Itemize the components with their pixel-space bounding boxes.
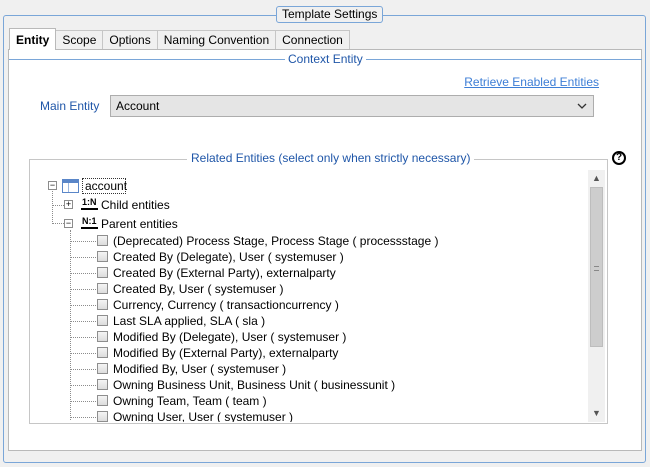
tree-item-parent-entity[interactable]: Last SLA applied, SLA ( sla ) — [70, 313, 570, 329]
entity-checkbox[interactable] — [97, 347, 108, 358]
help-icon[interactable]: ? — [612, 151, 626, 165]
entity-checkbox[interactable] — [97, 331, 108, 342]
tab-options[interactable]: Options — [102, 30, 158, 50]
scrollbar-grip-icon — [594, 266, 599, 271]
tree-connector — [70, 289, 96, 290]
tree-connector — [70, 321, 96, 322]
entity-checkbox[interactable] — [97, 283, 108, 294]
tree-connector — [52, 186, 53, 222]
tree-connector — [70, 273, 96, 274]
related-entities-tree[interactable]: − account + 1:N Child entities − N:1 Par… — [30, 170, 586, 422]
related-entities-legend: Related Entities (select only when stric… — [187, 152, 475, 165]
tree-item-label: Last SLA applied, SLA ( sla ) — [113, 314, 266, 328]
tree-connector — [70, 369, 96, 370]
entity-checkbox[interactable] — [97, 267, 108, 278]
tree-item-label: Modified By, User ( systemuser ) — [113, 362, 287, 376]
scrollbar-thumb[interactable] — [590, 187, 603, 347]
tree-item-label: Owning Business Unit, Business Unit ( bu… — [113, 378, 396, 392]
chevron-down-icon — [577, 96, 587, 124]
tree-connector — [70, 401, 96, 402]
entity-checkbox[interactable] — [97, 379, 108, 390]
tab-naming-convention[interactable]: Naming Convention — [156, 30, 277, 50]
entity-checkbox[interactable] — [97, 315, 108, 326]
tree-connector — [70, 337, 96, 338]
tree-item-label: Modified By (External Party), externalpa… — [113, 346, 339, 360]
entity-checkbox[interactable] — [97, 235, 108, 246]
entity-checkbox[interactable] — [97, 299, 108, 310]
tree-connector — [70, 353, 96, 354]
tree-item-parent-entity[interactable]: Modified By (External Party), externalpa… — [70, 345, 570, 361]
tree-connector — [70, 385, 96, 386]
tree-connector — [70, 241, 96, 242]
scroll-up-arrow-icon[interactable]: ▲ — [588, 170, 605, 187]
scroll-down-arrow-icon[interactable]: ▼ — [588, 405, 605, 422]
tab-scope[interactable]: Scope — [55, 30, 104, 50]
tree-connector — [52, 223, 64, 224]
tree-item-label: Created By, User ( systemuser ) — [113, 282, 284, 296]
entity-checkbox[interactable] — [97, 251, 108, 262]
main-entity-value: Account — [116, 99, 160, 113]
tree-item-label: Modified By (Delegate), User ( systemuse… — [113, 330, 347, 344]
tree-item-label: Created By (External Party), externalpar… — [113, 266, 336, 280]
tree-item-parent-entity[interactable]: Modified By, User ( systemuser ) — [70, 361, 570, 377]
entity-checkbox[interactable] — [97, 411, 108, 422]
tab-entity[interactable]: Entity — [9, 28, 57, 50]
context-entity-legend: Context Entity — [285, 53, 366, 66]
collapse-icon[interactable]: − — [64, 219, 73, 228]
one-to-many-icon: 1:N — [81, 196, 98, 210]
main-entity-label: Main Entity — [40, 99, 100, 113]
entity-checkbox[interactable] — [97, 395, 108, 406]
window-title: Template Settings — [276, 6, 384, 23]
tab-connection[interactable]: Connection — [275, 30, 350, 50]
entity-checkbox[interactable] — [97, 363, 108, 374]
tree-item-parent-entity[interactable]: Modified By (Delegate), User ( systemuse… — [70, 329, 570, 345]
collapse-icon[interactable]: − — [48, 181, 57, 190]
tree-item-parent-entity[interactable]: Created By, User ( systemuser ) — [70, 281, 570, 297]
tree-item-label: (Deprecated) Process Stage, Process Stag… — [113, 234, 439, 248]
tree-item-parent-entity[interactable]: Owning Team, Team ( team ) — [70, 393, 570, 409]
tree-node-label: Child entities — [101, 198, 170, 212]
tree-item-parent-entity[interactable]: Created By (Delegate), User ( systemuser… — [70, 249, 570, 265]
tree-item-label: Owning Team, Team ( team ) — [113, 394, 267, 408]
main-entity-select[interactable]: Account — [110, 95, 594, 117]
tree-connector — [70, 257, 96, 258]
tree-connector — [70, 417, 96, 418]
tree-node-label: account — [85, 179, 128, 193]
retrieve-enabled-entities-link[interactable]: Retrieve Enabled Entities — [464, 75, 599, 89]
tree-vertical-scrollbar[interactable]: ▲ ▼ — [588, 170, 605, 422]
tree-connector — [70, 305, 96, 306]
tree-item-label: Owning User, User ( systemuser ) — [113, 410, 294, 422]
tree-item-parent-entity[interactable]: Owning Business Unit, Business Unit ( bu… — [70, 377, 570, 393]
expand-icon[interactable]: + — [64, 200, 73, 209]
many-to-one-icon: N:1 — [81, 215, 98, 229]
tree-node-label: Parent entities — [101, 217, 178, 231]
tree-item-parent-entity[interactable]: Currency, Currency ( transactioncurrency… — [70, 297, 570, 313]
entity-table-icon — [62, 179, 79, 193]
tree-item-parent-entity[interactable]: Created By (External Party), externalpar… — [70, 265, 570, 281]
tab-strip: Entity Scope Options Naming Convention C… — [9, 28, 350, 50]
tree-item-label: Currency, Currency ( transactioncurrency… — [113, 298, 339, 312]
tree-item-parent-entity[interactable]: (Deprecated) Process Stage, Process Stag… — [70, 233, 570, 249]
tree-connector — [52, 205, 64, 206]
tree-item-label: Created By (Delegate), User ( systemuser… — [113, 250, 344, 264]
tree-item-parent-entity[interactable]: Owning User, User ( systemuser ) — [70, 409, 570, 422]
